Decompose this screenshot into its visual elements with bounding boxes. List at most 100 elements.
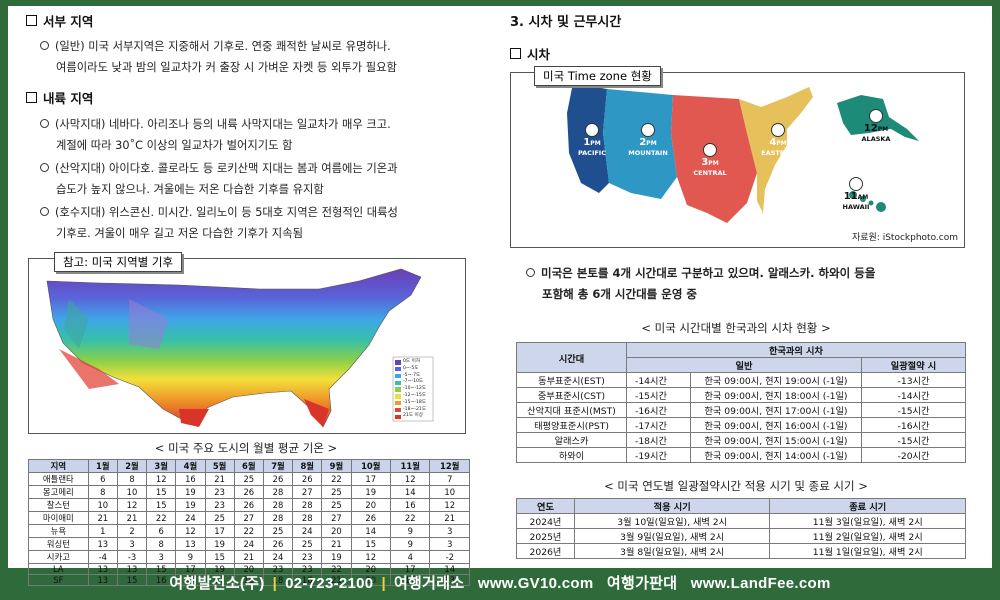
zone-ampm: PM [708,160,719,167]
table-header-cell: 5월 [204,459,235,473]
table-cell: 태평양표준시(PST) [516,417,627,433]
table-cell: 26 [350,511,392,525]
table-cell: 21 [87,511,118,525]
zone-label-eastern: 4PM EASTERN [749,123,807,157]
table-cell: 한국 09:00시, 현지 14:00시 (-1일) [690,447,862,463]
table-cell: 8 [116,472,148,486]
table-header-cell: 적용 시기 [573,498,771,514]
table-cell: 중부표준시(CST) [516,387,627,403]
table-header-cell: 종료 시기 [769,498,966,514]
table-cell: 한국 09:00시, 현지 18:00시 (-1일) [690,387,862,403]
table-cell: 마이애미 [28,511,89,525]
table-cell: -14시간 [861,387,966,403]
document-page: 서부 지역 (일반) 미국 서부지역은 지중해서 기후로. 연중 쾌적한 날씨로… [8,6,992,586]
table-header-cell: 연도 [516,498,575,514]
zone-name: MOUNTAIN [628,149,668,157]
table-cell: 2026년 [516,543,575,559]
legend-swatch [395,366,401,372]
circle-bullet-icon [40,163,49,172]
table-row: 시카고 -4 -3 3 9 15 21 24 23 19 12 4 -2 [28,550,470,564]
inland-heading: 내륙 지역 [26,88,93,107]
footer-market: 여행가판대 [606,575,678,592]
table-cell: 2 [116,524,148,538]
circle-bullet-icon [526,268,535,277]
table-cell: 23 [204,498,235,512]
table-cell: 3 [146,550,177,564]
table-cell: 3월 8일(일요일), 새벽 2시 [573,543,771,559]
zone-name: CENTRAL [693,169,727,177]
temperature-table: 지역 1월 2월 3월 4월 5월 6월 7월 8월 9월 10월 11월 12월 애틀랜타 6 8 12 16… [28,459,470,586]
table-row: 몽고메리 8 10 15 19 23 26 28 27 25 19 14 10 [28,485,470,499]
clock-icon [849,177,863,191]
table-cell: 20 [321,524,352,538]
table-cell: 19 [175,498,206,512]
us-map-shape [46,268,422,428]
table-cell: 9 [389,524,431,538]
table-cell: -2 [429,550,470,564]
table-header-cell: 12월 [429,459,470,473]
table-cell: 23 [204,485,235,499]
legend-item: -12~-15도 [395,393,433,400]
table-cell: 15 [350,537,392,551]
zone-time: 3PM [681,158,739,169]
west-heading: 서부 지역 [26,11,93,30]
table-cell: 25 [262,524,294,538]
table-header-cell: 9월 [321,459,352,473]
table-cell: 27 [233,511,264,525]
table-cell: -3 [116,550,148,564]
zone-label-central: 3PM CENTRAL [681,143,739,177]
table-header-row: 연도 적용 시기 종료 시기 [516,498,966,514]
table-cell: 하와이 [516,447,627,463]
zone-ampm: PM [877,126,889,133]
legend-swatch [395,400,401,406]
table-cell: 9 [175,550,206,564]
table-header-cell: 6월 [233,459,264,473]
legend-label: 0~-5도 [403,365,419,371]
table-cell: 6 [146,524,177,538]
table-cell: 28 [292,498,323,512]
table-cell: 17 [204,524,235,538]
table-header-cell: 지역 [28,459,89,473]
table-cell: 12 [429,498,470,512]
timezone-bullet: 미국은 본토를 4개 시간대로 구분하고 있으며. 알래스카. 하와이 등을 포… [526,263,875,305]
table-row: 뉴욕 1 2 6 12 17 22 25 24 20 14 9 3 [28,524,470,538]
table-cell: 2024년 [516,513,575,529]
table-cell: 2025년 [516,528,575,544]
table-row: 워싱턴 13 3 8 13 19 24 26 25 21 15 9 3 [28,537,470,551]
table-cell: 26 [233,498,264,512]
table-cell: 24 [262,550,294,564]
inland-bullet-lakes: (호수지대) 위스콘신. 미시간. 일리노이 등 5대호 지역은 전형적인 대륙… [40,202,398,244]
zone-label-mountain: 2PM MOUNTAIN [619,123,677,157]
legend-label: -12~-15도 [403,392,427,398]
table-cell: -15시간 [861,402,966,418]
table-cell: -15시간 [861,432,966,448]
section-title: 3. 시차 및 근무시간 [510,15,622,30]
footer-site-landfee[interactable]: www.LandFee.com [691,575,831,592]
table-cell: 26 [262,472,294,486]
table-cell: 6 [87,472,118,486]
table-row: 2026년 3월 8일(일요일), 새벽 2시 11월 1일(일요일), 새벽 2시 [516,543,966,559]
table-cell: -15시간 [626,387,691,403]
table-cell: 한국 09:00시, 현지 17:00시 (-1일) [690,402,862,418]
dst-table: 연도 적용 시기 종료 시기 2024년 3월 10일(일요일), 새벽 2시 11월 … [516,498,966,559]
legend-item: -10~-12도 [395,386,433,393]
footer-site-gv10[interactable]: www.GV10.com [478,575,594,592]
footer-phone: 02-723-2100 [285,575,374,592]
table-row: 찰스턴 10 12 15 19 23 26 28 28 25 20 16 12 [28,498,470,512]
table-cell: 한국 09:00시, 현지 16:00시 (-1일) [690,417,862,433]
table-cell: 10 [116,485,148,499]
table-cell: 한국 09:00시, 현지 19:00시 (-1일) [690,372,862,388]
table-cell: 28 [262,498,294,512]
legend-swatch [395,414,401,420]
west-bullet: (일반) 미국 서부지역은 지중해서 기후로. 연중 쾌적한 날씨로 유명하나.… [40,36,397,78]
zone-time: 12PM [847,124,905,135]
zone-name: ALASKA [861,135,891,143]
table-cell: 1 [87,524,118,538]
table-cell: 23 [292,550,323,564]
table-cell: -19시간 [626,447,691,463]
table-cell: 19 [321,550,352,564]
table-header-row: 시간대 한국과의 시차 [516,342,966,373]
table-cell: -14시간 [626,372,691,388]
table-cell: 11월 3일(일요일), 새벽 2시 [769,513,966,529]
table-cell: 16 [389,498,431,512]
